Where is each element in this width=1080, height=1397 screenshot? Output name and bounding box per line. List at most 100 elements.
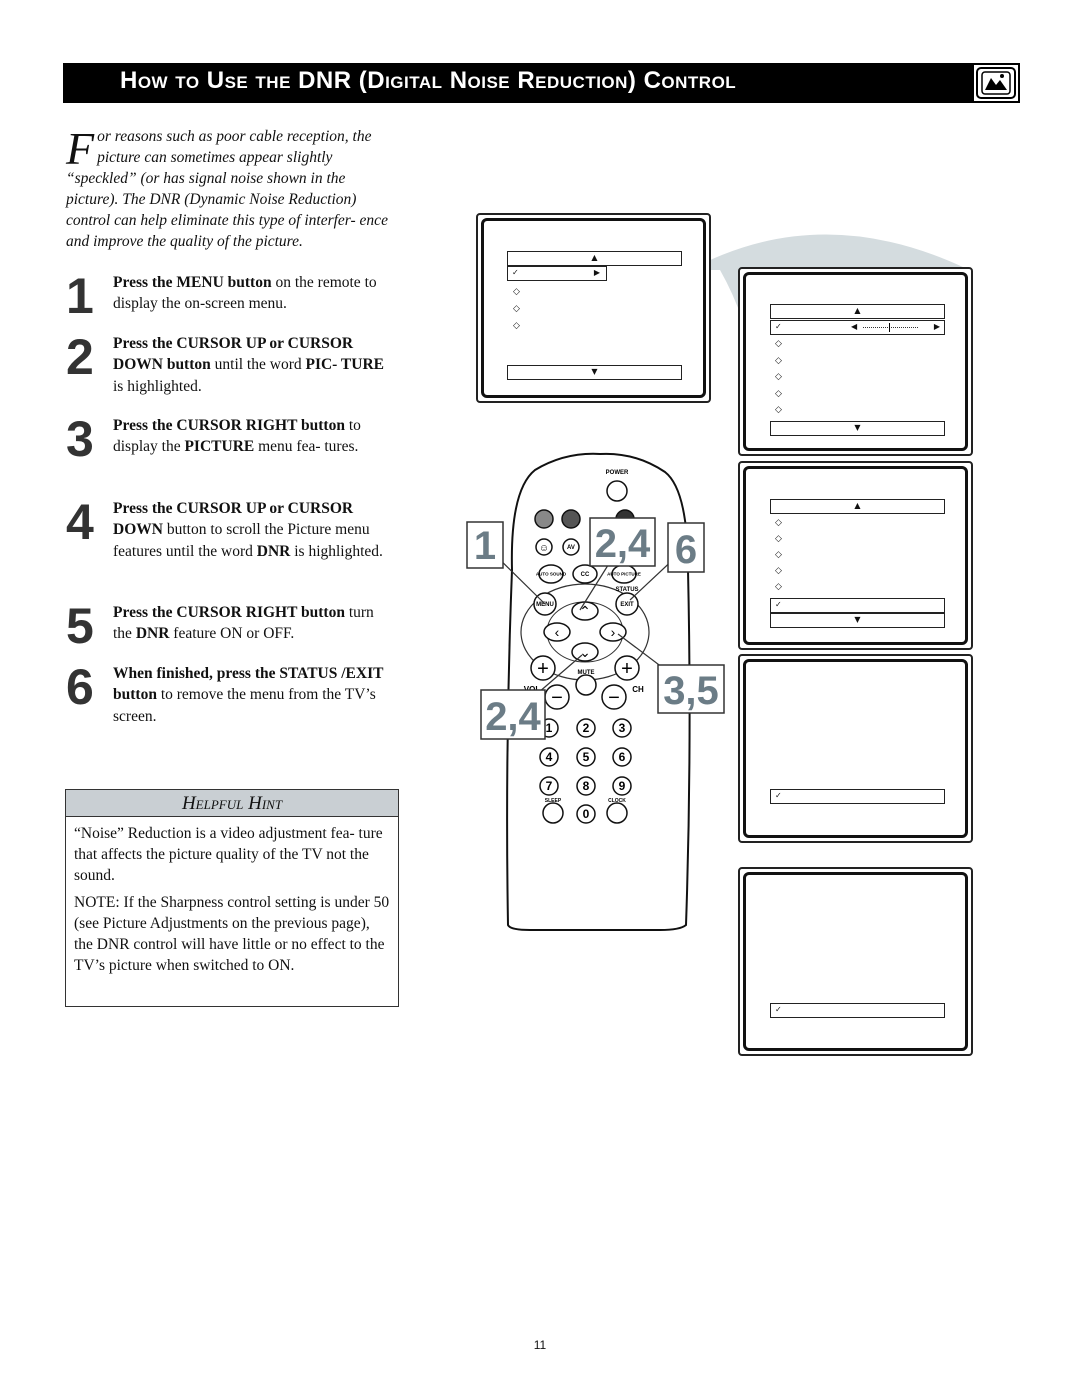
step-3: 3 Press the CURSOR RIGHT button to displa… xyxy=(66,411,396,467)
step-text: Press the CURSOR UP or CURSOR DOWN butto… xyxy=(113,333,396,397)
exit-label: EXIT xyxy=(620,602,634,608)
diamond-icon: ◇ xyxy=(775,582,782,592)
diamond-icon: ◇ xyxy=(775,372,782,382)
tv-screen-dnr-highlighted: ▲ ◇ ◇ ◇ ◇ ◇ ✓ ▼ xyxy=(738,461,973,650)
volume-up-button[interactable]: + xyxy=(530,655,556,681)
channel-down-button[interactable]: − xyxy=(601,684,627,710)
step-number: 4 xyxy=(66,494,94,550)
volume-down-button[interactable]: − xyxy=(544,684,570,710)
power-label: POWER xyxy=(606,470,629,476)
step-text-bold: Press the CURSOR RIGHT button xyxy=(113,417,345,434)
digit-0-button[interactable]: 0 xyxy=(576,804,596,824)
diamond-icon: ◇ xyxy=(513,304,520,314)
digit-7-button[interactable]: 7 xyxy=(539,776,559,796)
channel-up-icon: + xyxy=(621,658,633,680)
menu-scroll-down: ▼ xyxy=(770,613,945,628)
callout-number: 3,5 xyxy=(663,669,719,713)
step-number: 1 xyxy=(66,268,94,324)
step-text: Press the CURSOR RIGHT button to display… xyxy=(113,415,396,458)
page-number: 11 xyxy=(533,1338,547,1352)
cursor-right-button[interactable]: › xyxy=(599,622,627,642)
cursor-left-button[interactable]: ‹ xyxy=(543,622,571,642)
tv-screen-dnr-setting-alt: ✓ xyxy=(738,867,973,1056)
step-1: 1 Press the MENU button on the remote to … xyxy=(66,268,396,324)
volume-up-icon: + xyxy=(537,658,549,680)
diamond-icon: ◇ xyxy=(775,550,782,560)
hint-note: NOTE: If the Sharpness control setting i… xyxy=(74,894,390,974)
callout-number: 2,4 xyxy=(485,695,541,739)
step-number: 2 xyxy=(66,329,94,385)
menu-scroll-up: ▲ xyxy=(770,304,945,319)
step-text-normal: until the word xyxy=(210,356,306,374)
step-text-normal: is highlighted. xyxy=(290,542,383,560)
step-text: When finished, press the STATUS /EXIT bu… xyxy=(113,663,396,727)
smiley-button[interactable]: ☺ xyxy=(535,538,553,556)
step-text-normal: is highlighted. xyxy=(113,377,202,395)
digit-6-button[interactable]: 6 xyxy=(612,747,632,767)
menu-scroll-up: ▲ xyxy=(770,499,945,514)
step-text-normal: menu fea- tures. xyxy=(254,438,359,456)
tv-screen-picture-menu: ▲ ✓ ◀ ▶ ◇ ◇ ◇ ◇ ◇ ▼ xyxy=(738,267,973,456)
digit-4-label: 4 xyxy=(546,750,553,764)
cursor-down-icon: ⌄ xyxy=(579,644,591,660)
hint-paragraph: “Noise” Reduction is a video adjustment … xyxy=(74,825,383,884)
digit-9-button[interactable]: 9 xyxy=(612,776,632,796)
channel-down-icon: − xyxy=(608,687,620,709)
digit-7-label: 7 xyxy=(546,779,553,793)
digit-2-label: 2 xyxy=(583,721,590,735)
diamond-icon: ◇ xyxy=(513,287,520,297)
green-button[interactable] xyxy=(561,509,581,529)
digit-3-button[interactable]: 3 xyxy=(612,718,632,738)
slider-row: ✓ ◀ ▶ xyxy=(770,320,945,335)
step-text-bold: DNR xyxy=(256,542,291,560)
callout-number: 2,4 xyxy=(595,522,651,566)
channel-up-button[interactable]: + xyxy=(614,655,640,681)
digit-4-button[interactable]: 4 xyxy=(539,747,559,767)
digit-5-label: 5 xyxy=(583,750,590,764)
clock-button[interactable] xyxy=(606,802,628,824)
callout-number: 6 xyxy=(675,528,697,572)
step-5: 5 Press the CURSOR RIGHT button turn the … xyxy=(66,598,396,654)
menu-label: MENU xyxy=(536,602,554,608)
digit-3-label: 3 xyxy=(619,721,626,735)
digit-2-button[interactable]: 2 xyxy=(576,718,596,738)
auto-picture-label: AUTO PICTURE xyxy=(607,572,641,577)
step-number: 5 xyxy=(66,598,94,654)
manual-page: How to Use the DNR (Digital Noise Reduct… xyxy=(0,0,1080,1397)
step-6: 6 When finished, press the STATUS /EXIT b… xyxy=(66,659,396,727)
cursor-down-button[interactable]: ⌄ xyxy=(571,642,599,662)
page-title: How to Use the DNR (Digital Noise Reduct… xyxy=(120,67,737,94)
menu-item-selected: ✓ xyxy=(770,789,945,804)
diamond-icon: ◇ xyxy=(775,339,782,349)
red-button[interactable] xyxy=(534,509,554,529)
cursor-up-icon: ⌃ xyxy=(579,603,591,619)
diamond-icon: ◇ xyxy=(775,518,782,528)
power-button[interactable] xyxy=(606,480,628,502)
drop-cap: F xyxy=(66,123,95,174)
step-number: 3 xyxy=(66,411,94,467)
auto-sound-label: AUTO SOUND xyxy=(536,572,567,577)
callout-number: 1 xyxy=(474,524,496,568)
tv-picture-icon xyxy=(974,65,1018,101)
digit-5-button[interactable]: 5 xyxy=(576,747,596,767)
av-button[interactable]: AV xyxy=(562,538,580,556)
tv-screen-dnr-setting: ✓ xyxy=(738,654,973,843)
diamond-icon: ◇ xyxy=(775,389,782,399)
step-text-bold: PICTURE xyxy=(184,438,255,456)
hint-title: Helpful Hint xyxy=(66,790,398,817)
step-2: 2 Press the CURSOR UP or CURSOR DOWN butt… xyxy=(66,329,396,397)
digit-6-label: 6 xyxy=(619,750,626,764)
helpful-hint-box: Helpful Hint “Noise” Reduction is a vide… xyxy=(65,789,399,1007)
step-text-bold: DNR xyxy=(135,625,170,643)
step-text-bold: PIC- TURE xyxy=(305,356,384,374)
digit-8-button[interactable]: 8 xyxy=(576,776,596,796)
cursor-up-button[interactable]: ⌃ xyxy=(571,601,599,621)
menu-scroll-down: ▼ xyxy=(770,421,945,436)
mute-button[interactable] xyxy=(575,674,597,696)
sleep-button[interactable] xyxy=(542,802,564,824)
page-header: How to Use the DNR (Digital Noise Reduct… xyxy=(63,63,1020,103)
ch-label: CH xyxy=(632,685,644,694)
cc-button[interactable]: CC xyxy=(572,564,598,584)
menu-item-selected: ✓ xyxy=(770,598,945,613)
step-text: Press the CURSOR UP or CURSOR DOWN butto… xyxy=(113,498,396,562)
